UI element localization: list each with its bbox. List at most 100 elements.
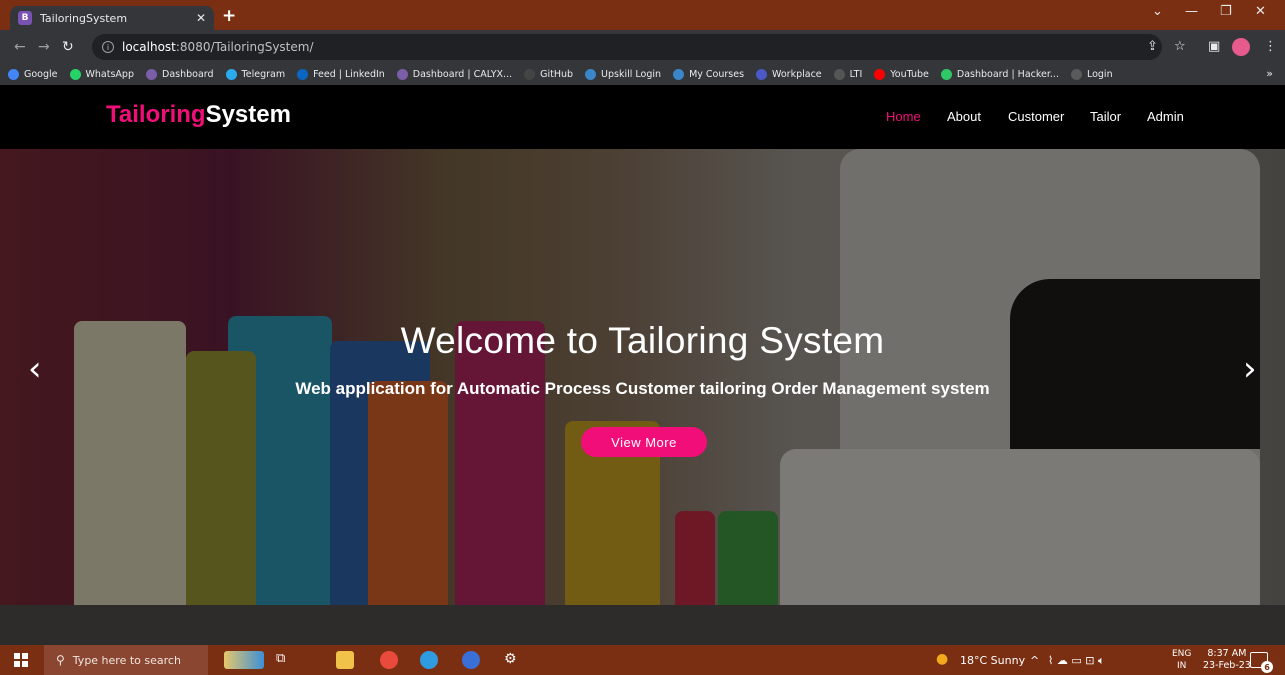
notification-count: 6 [1261, 661, 1273, 673]
file-explorer-icon[interactable] [336, 651, 354, 669]
window-close-icon[interactable]: ✕ [1255, 4, 1266, 19]
nav-tailor[interactable]: Tailor [1090, 109, 1121, 124]
bookmark-label: Google [24, 69, 58, 80]
url-host: localhost [122, 40, 176, 54]
reload-icon[interactable]: ↻ [62, 39, 74, 55]
bookmark-github[interactable]: GitHub [524, 69, 573, 80]
bookmark-calyx[interactable]: Dashboard | CALYX... [396, 69, 513, 80]
taskbar-search[interactable]: ⚲ Type here to search [44, 645, 208, 675]
browser-tab-strip: B TailoringSystem ✕ + ⌄ — ❐ ✕ [0, 0, 1285, 30]
bookmark-hackerrank[interactable]: Dashboard | Hacker... [940, 69, 1059, 80]
hero-subtitle: Web application for Automatic Process Cu… [295, 379, 990, 398]
bookmarks-overflow-icon[interactable]: » [1266, 67, 1273, 80]
site-info-icon[interactable]: i [102, 41, 114, 53]
widgets-icon[interactable] [224, 651, 264, 669]
tray-expand-icon[interactable]: ^ [1030, 654, 1039, 667]
taskbar-clock[interactable]: 8:37 AM 23-Feb-23 [1203, 648, 1251, 672]
sunny-weather-icon: ● [936, 651, 949, 667]
url-path: :8080/TailoringSystem/ [175, 40, 314, 54]
chrome-icon[interactable] [380, 651, 398, 669]
hero-title: Welcome to Tailoring System [400, 320, 885, 361]
bookmark-label: Upskill Login [601, 69, 662, 80]
bookmark-dashboard[interactable]: Dashboard [146, 69, 214, 80]
bookmark-label: Dashboard [162, 69, 214, 80]
telegram-icon [225, 69, 237, 80]
bookmark-label: Login [1086, 69, 1113, 80]
logo-part-tailoring: Tailoring [106, 101, 206, 128]
nav-customer[interactable]: Customer [1008, 109, 1064, 124]
minimize-icon[interactable]: — [1185, 4, 1198, 19]
github-icon [524, 69, 536, 80]
lang-bottom: IN [1177, 661, 1187, 671]
bookmark-label: Dashboard | CALYX... [412, 69, 513, 80]
browser-toolbar: ← → ↻ i localhost :8080/TailoringSystem/… [0, 30, 1285, 64]
hackerrank-icon [940, 69, 952, 80]
back-icon[interactable]: ← [14, 39, 26, 55]
bookmarks-bar: Google WhatsApp Dashboard Telegram Feed | Li… [0, 64, 1285, 85]
weather-text[interactable]: 18°C Sunny [960, 654, 1025, 667]
dashboard-icon [146, 69, 157, 80]
bookmark-google[interactable]: Google [8, 69, 58, 80]
bookmark-label: Feed | LinkedIn [313, 69, 385, 80]
bookmark-label: WhatsApp [85, 69, 134, 80]
tab-title: TailoringSystem [40, 11, 128, 25]
site-logo[interactable]: TailoringSystem [106, 101, 291, 129]
nav-admin[interactable]: Admin [1147, 109, 1184, 124]
eclipse-icon[interactable] [462, 651, 480, 669]
browser-tab[interactable]: B TailoringSystem ✕ [10, 6, 214, 30]
nav-home[interactable]: Home [886, 109, 921, 124]
side-panel-icon[interactable]: ▣ [1208, 39, 1220, 54]
bookmark-courses[interactable]: My Courses [673, 69, 744, 80]
bookmark-lti[interactable]: LTI [833, 69, 863, 80]
hero-carousel: ‹ › Welcome to Tailoring System Web appl… [0, 149, 1285, 645]
google-icon [8, 69, 19, 80]
bookmark-youtube[interactable]: YouTube [874, 69, 929, 80]
language-indicator[interactable]: ENG IN [1172, 648, 1191, 672]
bookmark-label: Dashboard | Hacker... [956, 69, 1059, 80]
profile-avatar[interactable] [1232, 38, 1250, 56]
tab-search-icon[interactable]: ⌄ [1152, 4, 1163, 19]
bookmark-label: LTI [849, 69, 863, 80]
task-view-icon[interactable]: ⧉ [276, 651, 294, 669]
maximize-icon[interactable]: ❐ [1220, 4, 1232, 19]
address-bar[interactable]: i localhost :8080/TailoringSystem/ [92, 34, 1162, 60]
new-tab-button[interactable]: + [222, 6, 236, 26]
bookmark-workplace[interactable]: Workplace [756, 69, 822, 80]
lti-icon [833, 69, 845, 80]
bookmark-whatsapp[interactable]: WhatsApp [69, 69, 134, 80]
calyx-icon [396, 69, 408, 80]
bookmark-label: Telegram [241, 69, 286, 80]
bookmark-linkedin[interactable]: Feed | LinkedIn [297, 69, 385, 80]
logo-part-system: System [205, 101, 291, 128]
login-icon [1070, 69, 1082, 80]
lang-top: ENG [1172, 649, 1192, 659]
linkedin-icon [297, 69, 309, 80]
site-navbar: TailoringSystem Home About Customer Tail… [0, 85, 1285, 149]
bookmark-login[interactable]: Login [1070, 69, 1113, 80]
bookmark-telegram[interactable]: Telegram [225, 69, 286, 80]
share-icon[interactable]: ⇪ [1147, 39, 1158, 54]
search-icon: ⚲ [56, 653, 65, 667]
close-tab-icon[interactable]: ✕ [196, 11, 206, 25]
workplace-icon [756, 69, 768, 80]
forward-icon[interactable]: → [38, 39, 50, 55]
clock-time: 8:37 AM [1207, 648, 1247, 659]
clock-date: 23-Feb-23 [1203, 660, 1251, 671]
view-more-button[interactable]: View More [581, 427, 707, 457]
browser-menu-icon[interactable]: ⋮ [1264, 39, 1277, 54]
bookmark-label: My Courses [689, 69, 745, 80]
windows-taskbar: ⚲ Type here to search ⧉ ⚙ ● 18°C Sunny ^… [0, 645, 1285, 675]
whatsapp-icon [69, 69, 81, 80]
edge-icon[interactable] [420, 651, 438, 669]
nav-about[interactable]: About [947, 109, 981, 124]
taskbar-search-placeholder: Type here to search [72, 653, 181, 667]
bootstrap-favicon-icon: B [18, 11, 32, 25]
bookmark-label: YouTube [890, 69, 929, 80]
bookmark-star-icon[interactable]: ☆ [1174, 39, 1186, 54]
notification-center-icon[interactable]: 6 [1250, 652, 1273, 673]
upskill-icon [585, 69, 597, 80]
bookmark-upskill[interactable]: Upskill Login [585, 69, 661, 80]
settings-gear-icon[interactable]: ⚙ [504, 651, 522, 669]
tray-status-icons[interactable]: ⌇ ☁ ▭ ⊡ 🔈︎ [1048, 654, 1105, 668]
windows-start-icon[interactable] [14, 653, 28, 667]
